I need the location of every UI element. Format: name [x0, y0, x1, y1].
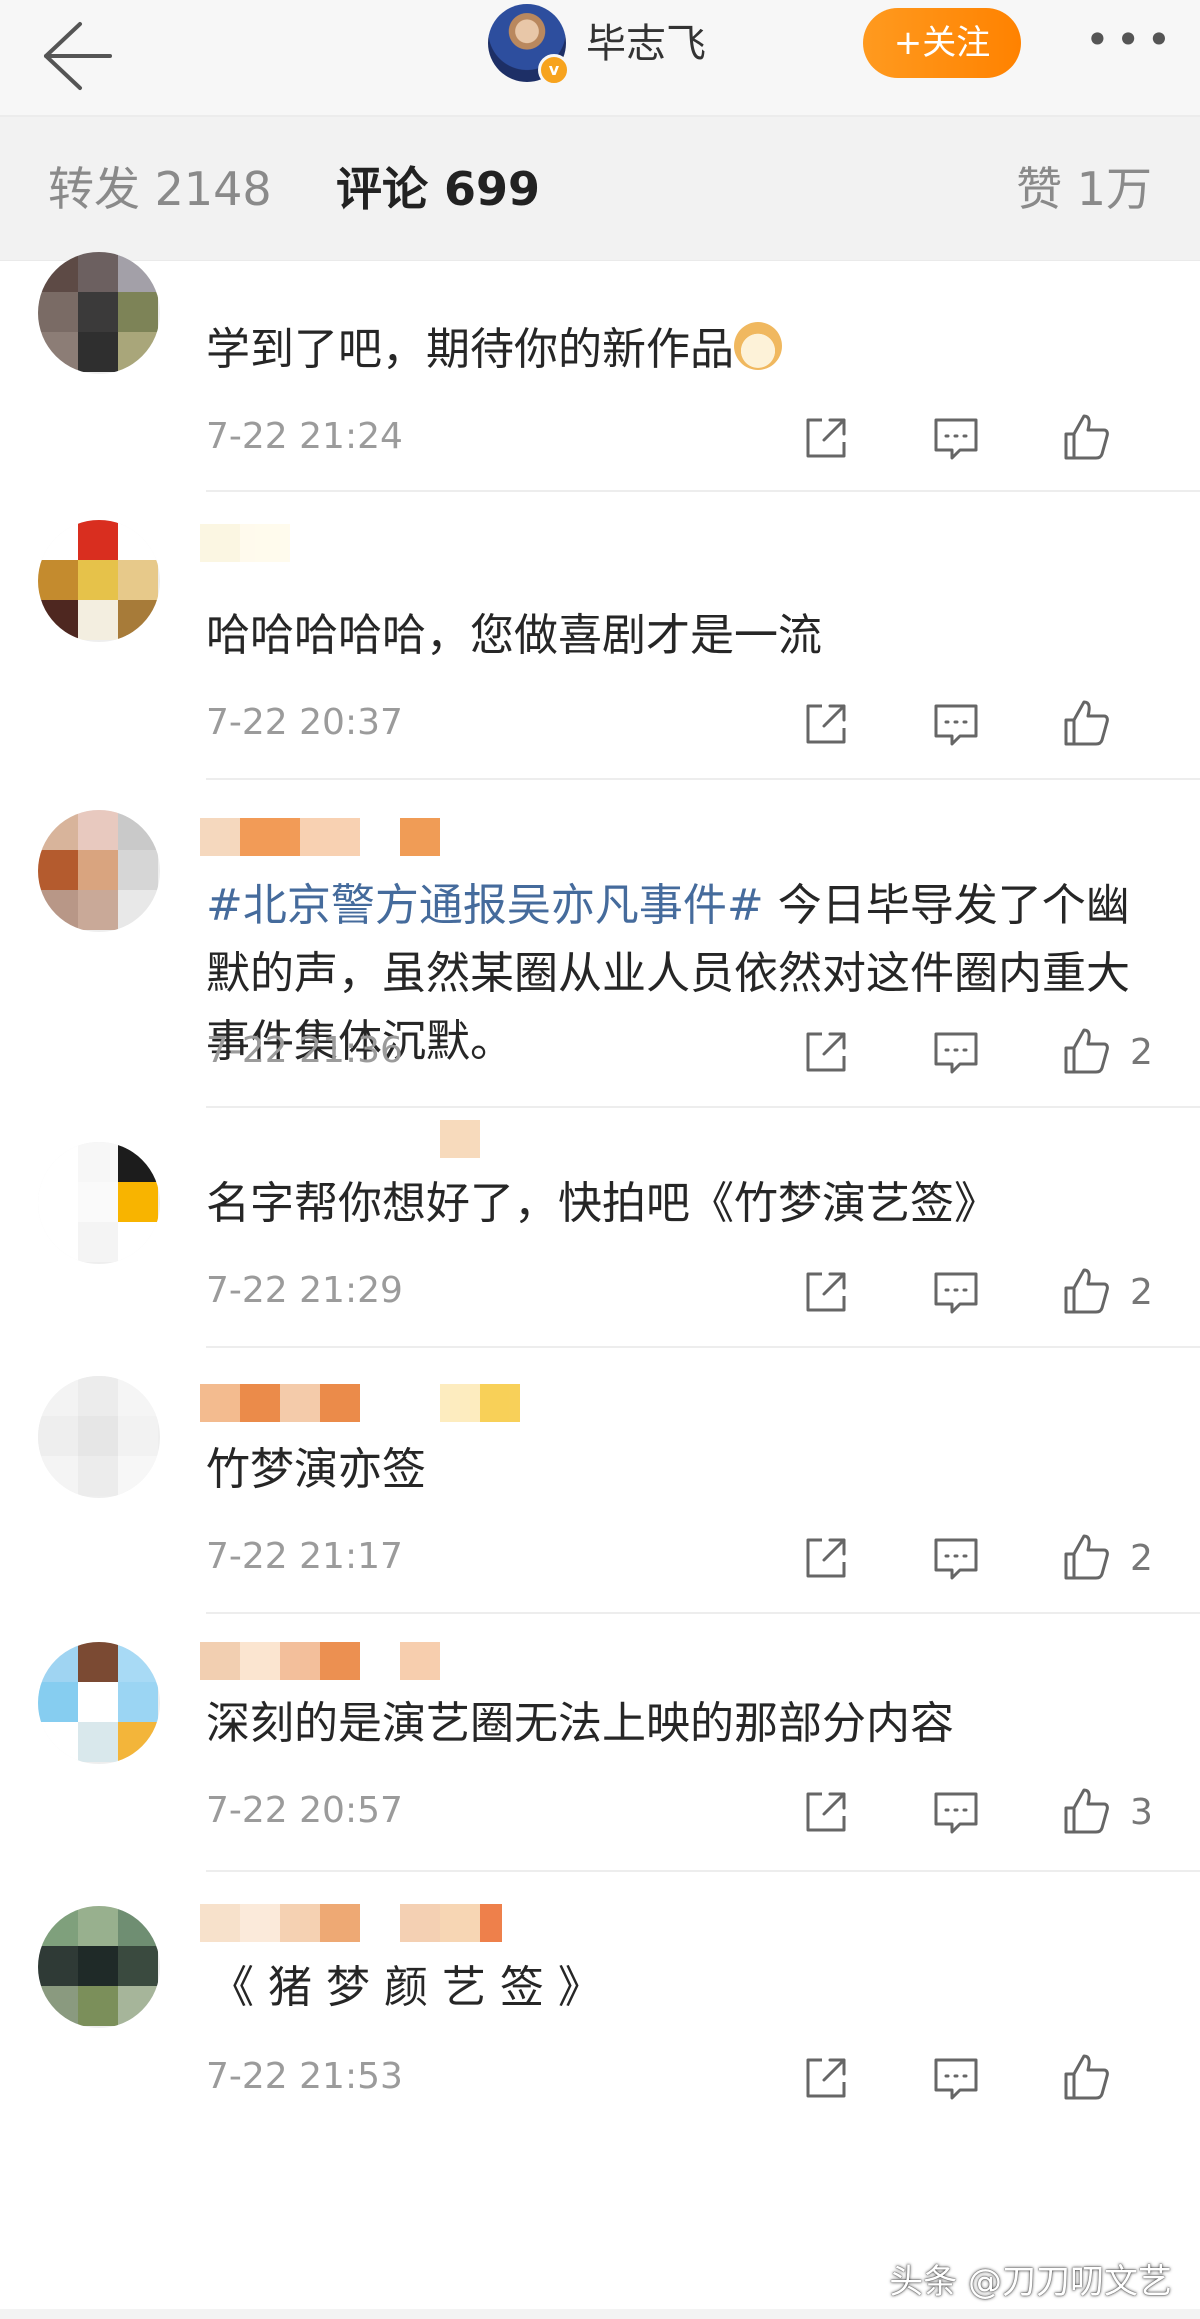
comment-actions: 2 [728, 1022, 1160, 1082]
like-count: 2 [1130, 1271, 1153, 1313]
thumbs-up-icon[interactable] [1054, 1528, 1118, 1588]
bottom-edge [0, 2309, 1200, 2319]
comment-time: 7-22 21:17 [206, 1536, 403, 1577]
like-control[interactable]: 2 [1054, 1262, 1160, 1322]
divider [206, 778, 1200, 780]
commenter-avatar[interactable] [38, 252, 160, 374]
comment-actions [728, 694, 1160, 754]
like-control[interactable] [1054, 408, 1160, 468]
like-control[interactable]: 2 [1054, 1022, 1160, 1082]
tab-reposts[interactable]: 转发 2148 [48, 159, 272, 219]
thumbs-up-icon[interactable] [1054, 694, 1118, 754]
share-icon[interactable] [794, 1022, 858, 1082]
divider [206, 1106, 1200, 1108]
reply-icon[interactable] [924, 1528, 988, 1588]
like-control[interactable]: 2 [1054, 1528, 1160, 1588]
comment-text: 学到了吧，期待你的新作品 [206, 316, 1166, 384]
comment-text: 名字帮你想好了，快拍吧《竹梦演艺签》 [206, 1178, 998, 1229]
comment-text: 深刻的是演艺圈无法上映的那部分内容 [206, 1698, 954, 1749]
commenter-name-blurred[interactable] [200, 1384, 520, 1422]
source-watermark: 头条 @刀刀叨文艺 [889, 2262, 1172, 2302]
share-icon[interactable] [794, 408, 858, 468]
thumbs-up-icon[interactable] [1054, 1262, 1118, 1322]
like-count: 2 [1130, 1537, 1153, 1579]
comment-actions: 2 [728, 1262, 1160, 1322]
commenter-name-blurred[interactable] [200, 524, 290, 562]
commenter-avatar[interactable] [38, 1142, 160, 1264]
verified-badge-icon: v [538, 54, 570, 86]
reply-icon[interactable] [924, 408, 988, 468]
commenter-avatar[interactable] [38, 520, 160, 642]
thumbs-up-icon[interactable] [1054, 408, 1118, 468]
comment-text: 竹梦演亦签 [206, 1444, 426, 1495]
reply-icon[interactable] [924, 1262, 988, 1322]
author-avatar[interactable]: v [488, 4, 570, 86]
share-icon[interactable] [794, 694, 858, 754]
comment-time: 7-22 20:57 [206, 1790, 403, 1831]
like-count: 3 [1130, 1791, 1153, 1833]
commenter-name-blurred[interactable] [200, 818, 440, 856]
thumbs-up-icon[interactable] [1054, 1022, 1118, 1082]
comment-text: 哈哈哈哈哈，您做喜剧才是一流 [206, 610, 822, 661]
divider [206, 1612, 1200, 1614]
like-control[interactable]: 3 [1054, 1782, 1160, 1842]
commenter-name-blurred[interactable] [200, 1642, 440, 1680]
reply-icon[interactable] [924, 1022, 988, 1082]
hashtag-link[interactable]: #北京警方通报吴亦凡事件# [206, 880, 764, 931]
reply-icon[interactable] [924, 1782, 988, 1842]
comment-text: 《 猪 梦 颜 艺 签 》 [210, 1962, 602, 2013]
like-control[interactable] [1054, 2048, 1160, 2108]
commenter-avatar[interactable] [38, 810, 160, 932]
thumbs-up-icon[interactable] [1054, 1782, 1118, 1842]
top-nav-bar: v 毕志飞 +关注 ••• [0, 0, 1200, 117]
post-tabs: 转发 2148 评论 699 赞 1万 [0, 117, 1200, 261]
comment-time: 7-22 21:29 [206, 1270, 403, 1311]
share-icon[interactable] [794, 2048, 858, 2108]
divider [206, 1870, 1200, 1872]
commenter-avatar[interactable] [38, 1906, 160, 2028]
comment-time: 7-22 20:37 [206, 702, 403, 743]
tab-comments[interactable]: 评论 699 [336, 159, 540, 219]
author-name[interactable]: 毕志飞 [586, 16, 706, 72]
like-count: 2 [1130, 1031, 1153, 1073]
commenter-avatar[interactable] [38, 1642, 160, 1764]
comment-time: 7-22 21:53 [206, 2056, 403, 2097]
like-control[interactable] [1054, 694, 1160, 754]
commenter-name-blurred[interactable] [200, 1904, 502, 1942]
comment-time: 7-22 21:24 [206, 416, 403, 457]
commenter-name-blurred[interactable] [440, 1120, 480, 1158]
more-options-icon[interactable]: ••• [1085, 19, 1175, 70]
comment-actions: 3 [728, 1782, 1160, 1842]
follow-button[interactable]: +关注 [863, 8, 1021, 78]
reply-icon[interactable] [924, 694, 988, 754]
share-icon[interactable] [794, 1262, 858, 1322]
back-arrow-icon[interactable] [28, 10, 118, 100]
commenter-avatar[interactable] [38, 1376, 160, 1498]
comment-time: 7-22 21:36 [206, 1030, 403, 1071]
share-icon[interactable] [794, 1782, 858, 1842]
share-icon[interactable] [794, 1528, 858, 1588]
thumbs-up-icon[interactable] [1054, 2048, 1118, 2108]
comment-actions [728, 408, 1160, 468]
reply-icon[interactable] [924, 2048, 988, 2108]
comment-actions: 2 [728, 1528, 1160, 1588]
divider [206, 490, 1200, 492]
tab-likes[interactable]: 赞 1万 [1016, 159, 1152, 219]
divider [206, 1346, 1200, 1348]
comment-actions [728, 2048, 1160, 2108]
active-tab-indicator [390, 243, 450, 249]
doge-emoji-icon [734, 322, 782, 370]
